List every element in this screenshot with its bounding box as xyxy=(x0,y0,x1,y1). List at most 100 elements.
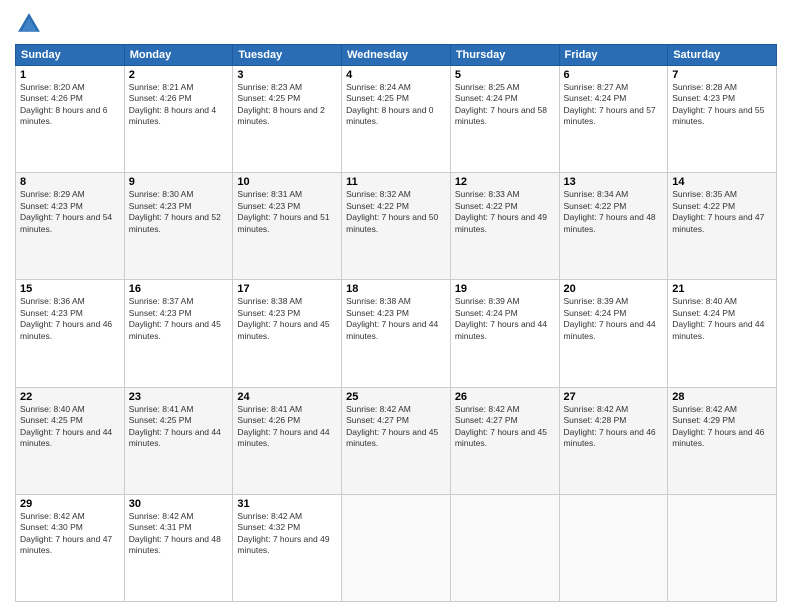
day-info: Sunrise: 8:32 AMSunset: 4:22 PMDaylight:… xyxy=(346,189,446,235)
day-info: Sunrise: 8:38 AMSunset: 4:23 PMDaylight:… xyxy=(346,296,446,342)
day-number: 5 xyxy=(455,69,555,81)
calendar-day-cell: 7Sunrise: 8:28 AMSunset: 4:23 PMDaylight… xyxy=(668,66,777,173)
day-of-week-header: Sunday xyxy=(16,45,125,66)
calendar-day-cell: 30Sunrise: 8:42 AMSunset: 4:31 PMDayligh… xyxy=(124,494,233,601)
calendar-day-cell: 15Sunrise: 8:36 AMSunset: 4:23 PMDayligh… xyxy=(16,280,125,387)
day-of-week-header: Thursday xyxy=(450,45,559,66)
day-info: Sunrise: 8:23 AMSunset: 4:25 PMDaylight:… xyxy=(237,82,337,128)
day-info: Sunrise: 8:39 AMSunset: 4:24 PMDaylight:… xyxy=(455,296,555,342)
day-number: 31 xyxy=(237,498,337,510)
day-info: Sunrise: 8:31 AMSunset: 4:23 PMDaylight:… xyxy=(237,189,337,235)
day-info: Sunrise: 8:38 AMSunset: 4:23 PMDaylight:… xyxy=(237,296,337,342)
day-info: Sunrise: 8:33 AMSunset: 4:22 PMDaylight:… xyxy=(455,189,555,235)
day-number: 6 xyxy=(564,69,664,81)
day-number: 23 xyxy=(129,391,229,403)
calendar-day-cell: 18Sunrise: 8:38 AMSunset: 4:23 PMDayligh… xyxy=(342,280,451,387)
calendar-day-cell: 17Sunrise: 8:38 AMSunset: 4:23 PMDayligh… xyxy=(233,280,342,387)
day-of-week-header: Friday xyxy=(559,45,668,66)
day-number: 22 xyxy=(20,391,120,403)
day-info: Sunrise: 8:42 AMSunset: 4:29 PMDaylight:… xyxy=(672,404,772,450)
calendar-day-cell: 5Sunrise: 8:25 AMSunset: 4:24 PMDaylight… xyxy=(450,66,559,173)
day-number: 27 xyxy=(564,391,664,403)
calendar-day-cell: 29Sunrise: 8:42 AMSunset: 4:30 PMDayligh… xyxy=(16,494,125,601)
day-number: 2 xyxy=(129,69,229,81)
day-info: Sunrise: 8:42 AMSunset: 4:28 PMDaylight:… xyxy=(564,404,664,450)
calendar-header-row: SundayMondayTuesdayWednesdayThursdayFrid… xyxy=(16,45,777,66)
day-info: Sunrise: 8:42 AMSunset: 4:27 PMDaylight:… xyxy=(346,404,446,450)
calendar-week-row: 29Sunrise: 8:42 AMSunset: 4:30 PMDayligh… xyxy=(16,494,777,601)
day-of-week-header: Tuesday xyxy=(233,45,342,66)
calendar-day-cell: 19Sunrise: 8:39 AMSunset: 4:24 PMDayligh… xyxy=(450,280,559,387)
day-info: Sunrise: 8:24 AMSunset: 4:25 PMDaylight:… xyxy=(346,82,446,128)
day-info: Sunrise: 8:27 AMSunset: 4:24 PMDaylight:… xyxy=(564,82,664,128)
logo xyxy=(15,10,47,38)
day-info: Sunrise: 8:42 AMSunset: 4:32 PMDaylight:… xyxy=(237,511,337,557)
calendar-day-cell: 22Sunrise: 8:40 AMSunset: 4:25 PMDayligh… xyxy=(16,387,125,494)
calendar-day-cell: 8Sunrise: 8:29 AMSunset: 4:23 PMDaylight… xyxy=(16,173,125,280)
calendar-week-row: 15Sunrise: 8:36 AMSunset: 4:23 PMDayligh… xyxy=(16,280,777,387)
calendar-day-cell xyxy=(559,494,668,601)
calendar-day-cell: 31Sunrise: 8:42 AMSunset: 4:32 PMDayligh… xyxy=(233,494,342,601)
day-number: 29 xyxy=(20,498,120,510)
day-number: 15 xyxy=(20,283,120,295)
day-number: 1 xyxy=(20,69,120,81)
day-number: 3 xyxy=(237,69,337,81)
calendar-day-cell: 25Sunrise: 8:42 AMSunset: 4:27 PMDayligh… xyxy=(342,387,451,494)
day-number: 16 xyxy=(129,283,229,295)
day-info: Sunrise: 8:42 AMSunset: 4:31 PMDaylight:… xyxy=(129,511,229,557)
day-info: Sunrise: 8:40 AMSunset: 4:25 PMDaylight:… xyxy=(20,404,120,450)
calendar-day-cell xyxy=(450,494,559,601)
calendar-day-cell: 11Sunrise: 8:32 AMSunset: 4:22 PMDayligh… xyxy=(342,173,451,280)
calendar-day-cell: 24Sunrise: 8:41 AMSunset: 4:26 PMDayligh… xyxy=(233,387,342,494)
day-number: 21 xyxy=(672,283,772,295)
calendar-week-row: 1Sunrise: 8:20 AMSunset: 4:26 PMDaylight… xyxy=(16,66,777,173)
calendar-day-cell: 28Sunrise: 8:42 AMSunset: 4:29 PMDayligh… xyxy=(668,387,777,494)
day-number: 20 xyxy=(564,283,664,295)
day-info: Sunrise: 8:25 AMSunset: 4:24 PMDaylight:… xyxy=(455,82,555,128)
calendar-day-cell: 16Sunrise: 8:37 AMSunset: 4:23 PMDayligh… xyxy=(124,280,233,387)
day-number: 30 xyxy=(129,498,229,510)
day-of-week-header: Monday xyxy=(124,45,233,66)
calendar-day-cell: 26Sunrise: 8:42 AMSunset: 4:27 PMDayligh… xyxy=(450,387,559,494)
calendar-day-cell: 21Sunrise: 8:40 AMSunset: 4:24 PMDayligh… xyxy=(668,280,777,387)
calendar-day-cell: 3Sunrise: 8:23 AMSunset: 4:25 PMDaylight… xyxy=(233,66,342,173)
day-info: Sunrise: 8:36 AMSunset: 4:23 PMDaylight:… xyxy=(20,296,120,342)
day-number: 28 xyxy=(672,391,772,403)
day-info: Sunrise: 8:29 AMSunset: 4:23 PMDaylight:… xyxy=(20,189,120,235)
day-number: 10 xyxy=(237,176,337,188)
calendar-day-cell: 14Sunrise: 8:35 AMSunset: 4:22 PMDayligh… xyxy=(668,173,777,280)
day-number: 14 xyxy=(672,176,772,188)
day-info: Sunrise: 8:39 AMSunset: 4:24 PMDaylight:… xyxy=(564,296,664,342)
calendar-day-cell: 13Sunrise: 8:34 AMSunset: 4:22 PMDayligh… xyxy=(559,173,668,280)
day-number: 19 xyxy=(455,283,555,295)
calendar-day-cell: 20Sunrise: 8:39 AMSunset: 4:24 PMDayligh… xyxy=(559,280,668,387)
calendar-day-cell xyxy=(668,494,777,601)
calendar-day-cell: 4Sunrise: 8:24 AMSunset: 4:25 PMDaylight… xyxy=(342,66,451,173)
day-number: 9 xyxy=(129,176,229,188)
day-info: Sunrise: 8:21 AMSunset: 4:26 PMDaylight:… xyxy=(129,82,229,128)
day-info: Sunrise: 8:34 AMSunset: 4:22 PMDaylight:… xyxy=(564,189,664,235)
day-info: Sunrise: 8:37 AMSunset: 4:23 PMDaylight:… xyxy=(129,296,229,342)
day-number: 17 xyxy=(237,283,337,295)
day-info: Sunrise: 8:41 AMSunset: 4:26 PMDaylight:… xyxy=(237,404,337,450)
calendar-week-row: 8Sunrise: 8:29 AMSunset: 4:23 PMDaylight… xyxy=(16,173,777,280)
day-number: 12 xyxy=(455,176,555,188)
day-number: 25 xyxy=(346,391,446,403)
day-number: 26 xyxy=(455,391,555,403)
header xyxy=(15,10,777,38)
calendar-day-cell: 1Sunrise: 8:20 AMSunset: 4:26 PMDaylight… xyxy=(16,66,125,173)
day-number: 18 xyxy=(346,283,446,295)
day-info: Sunrise: 8:20 AMSunset: 4:26 PMDaylight:… xyxy=(20,82,120,128)
day-info: Sunrise: 8:42 AMSunset: 4:30 PMDaylight:… xyxy=(20,511,120,557)
day-of-week-header: Wednesday xyxy=(342,45,451,66)
day-info: Sunrise: 8:41 AMSunset: 4:25 PMDaylight:… xyxy=(129,404,229,450)
day-info: Sunrise: 8:35 AMSunset: 4:22 PMDaylight:… xyxy=(672,189,772,235)
logo-icon xyxy=(15,10,43,38)
day-number: 13 xyxy=(564,176,664,188)
calendar-table: SundayMondayTuesdayWednesdayThursdayFrid… xyxy=(15,44,777,602)
day-info: Sunrise: 8:42 AMSunset: 4:27 PMDaylight:… xyxy=(455,404,555,450)
calendar-week-row: 22Sunrise: 8:40 AMSunset: 4:25 PMDayligh… xyxy=(16,387,777,494)
calendar-day-cell: 9Sunrise: 8:30 AMSunset: 4:23 PMDaylight… xyxy=(124,173,233,280)
day-info: Sunrise: 8:30 AMSunset: 4:23 PMDaylight:… xyxy=(129,189,229,235)
calendar-day-cell: 2Sunrise: 8:21 AMSunset: 4:26 PMDaylight… xyxy=(124,66,233,173)
